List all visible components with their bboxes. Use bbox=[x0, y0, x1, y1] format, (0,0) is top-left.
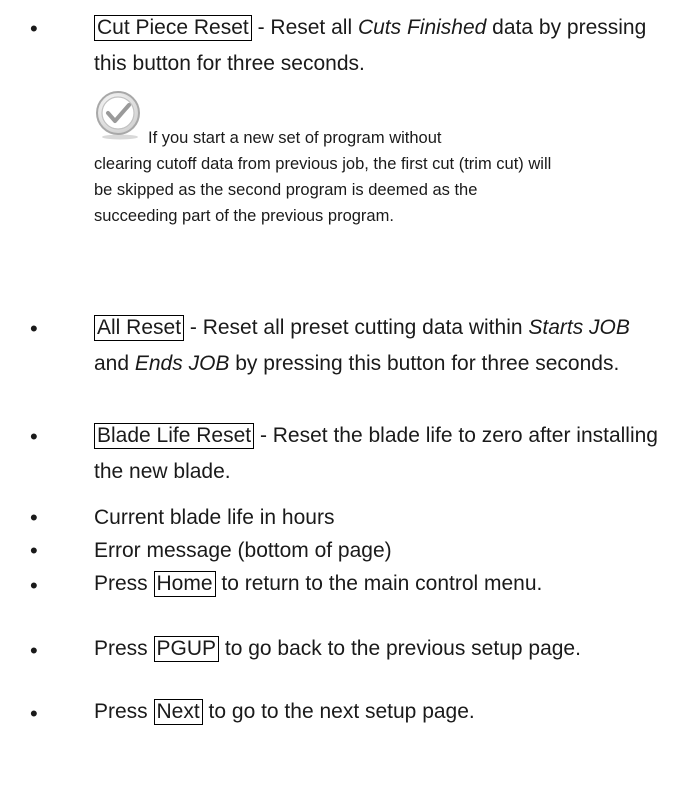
item-emphasis: Ends JOB bbox=[134, 352, 230, 375]
item-text: Press PGUP to go back to the previous se… bbox=[94, 636, 676, 662]
bullet: • bbox=[30, 16, 38, 41]
next-button-label: Next bbox=[153, 699, 203, 725]
item-text: Current blade life in hours bbox=[94, 506, 335, 529]
bullet: • bbox=[30, 573, 38, 598]
blade-life-reset-button-label: Blade Life Reset bbox=[94, 423, 255, 449]
home-button-label: Home bbox=[153, 571, 216, 597]
bullet: • bbox=[30, 505, 38, 530]
item-text: All Reset - Reset all preset cutting dat… bbox=[94, 310, 634, 382]
item-text-part: Press bbox=[94, 637, 154, 660]
item-text: Press Next to go to the next setup page. bbox=[94, 699, 676, 725]
note-line-1: If you start a new set of program withou… bbox=[148, 129, 442, 147]
note-text: If you start a new set of program withou… bbox=[94, 125, 564, 229]
bullet: • bbox=[30, 316, 38, 341]
item-text-part: to go to the next setup page. bbox=[202, 700, 475, 723]
item-text: Press Home to return to the main control… bbox=[94, 571, 676, 597]
item-text-part: to return to the main control menu. bbox=[215, 572, 543, 595]
manual-page: • Cut Piece Reset - Reset all Cuts Finis… bbox=[0, 0, 684, 810]
bullet: • bbox=[30, 701, 38, 726]
cut-piece-reset-button-label: Cut Piece Reset bbox=[94, 15, 252, 41]
item-text-part: Press bbox=[94, 572, 154, 595]
item-text-part: Press bbox=[94, 700, 154, 723]
item-text: Error message (bottom of page) bbox=[94, 539, 392, 562]
item-text: Blade Life Reset - Reset the blade life … bbox=[94, 418, 674, 490]
item-emphasis: Cuts Finished bbox=[357, 16, 487, 39]
item-text-part: by pressing this button for three second… bbox=[229, 352, 620, 375]
item-text-part: and bbox=[94, 352, 135, 375]
item-text-part: - Reset all preset cutting data within bbox=[184, 316, 529, 339]
note-block: If you start a new set of program withou… bbox=[94, 90, 564, 300]
item-text: Cut Piece Reset - Reset all Cuts Finishe… bbox=[94, 10, 664, 82]
note-rest: clearing cutoff data from previous job, … bbox=[94, 155, 552, 225]
bullet: • bbox=[30, 638, 38, 663]
bullet: • bbox=[30, 424, 38, 449]
item-text-part: - Reset all bbox=[251, 16, 358, 39]
all-reset-button-label: All Reset bbox=[94, 315, 185, 341]
item-text-part: to go back to the previous setup page. bbox=[219, 637, 581, 660]
bullet: • bbox=[30, 538, 38, 563]
pgup-button-label: PGUP bbox=[153, 636, 220, 662]
item-emphasis: Starts JOB bbox=[528, 316, 630, 339]
